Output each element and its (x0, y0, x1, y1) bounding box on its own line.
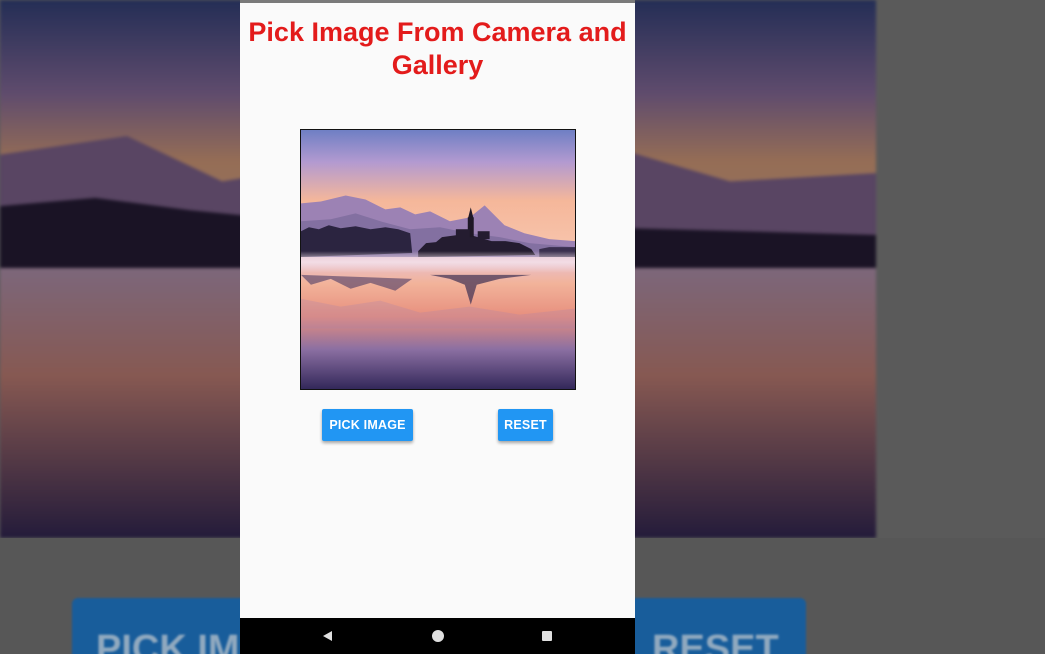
back-triangle-icon (323, 631, 332, 641)
home-button[interactable] (418, 618, 458, 654)
back-button[interactable] (308, 618, 348, 654)
system-navigation-bar (240, 618, 635, 654)
background-reset-button: RESET (620, 598, 806, 654)
page-title: Pick Image From Camera and Gallery (248, 17, 627, 80)
phone-screen: Pick Image From Camera and Gallery PICK … (240, 0, 635, 654)
pick-image-button[interactable]: PICK IMAGE (322, 409, 413, 441)
recents-square-icon (542, 631, 552, 641)
recents-button[interactable] (527, 618, 567, 654)
reset-button[interactable]: RESET (498, 409, 553, 441)
landscape-photo-icon (301, 130, 575, 389)
picked-image (300, 129, 576, 390)
home-circle-icon (432, 630, 444, 642)
